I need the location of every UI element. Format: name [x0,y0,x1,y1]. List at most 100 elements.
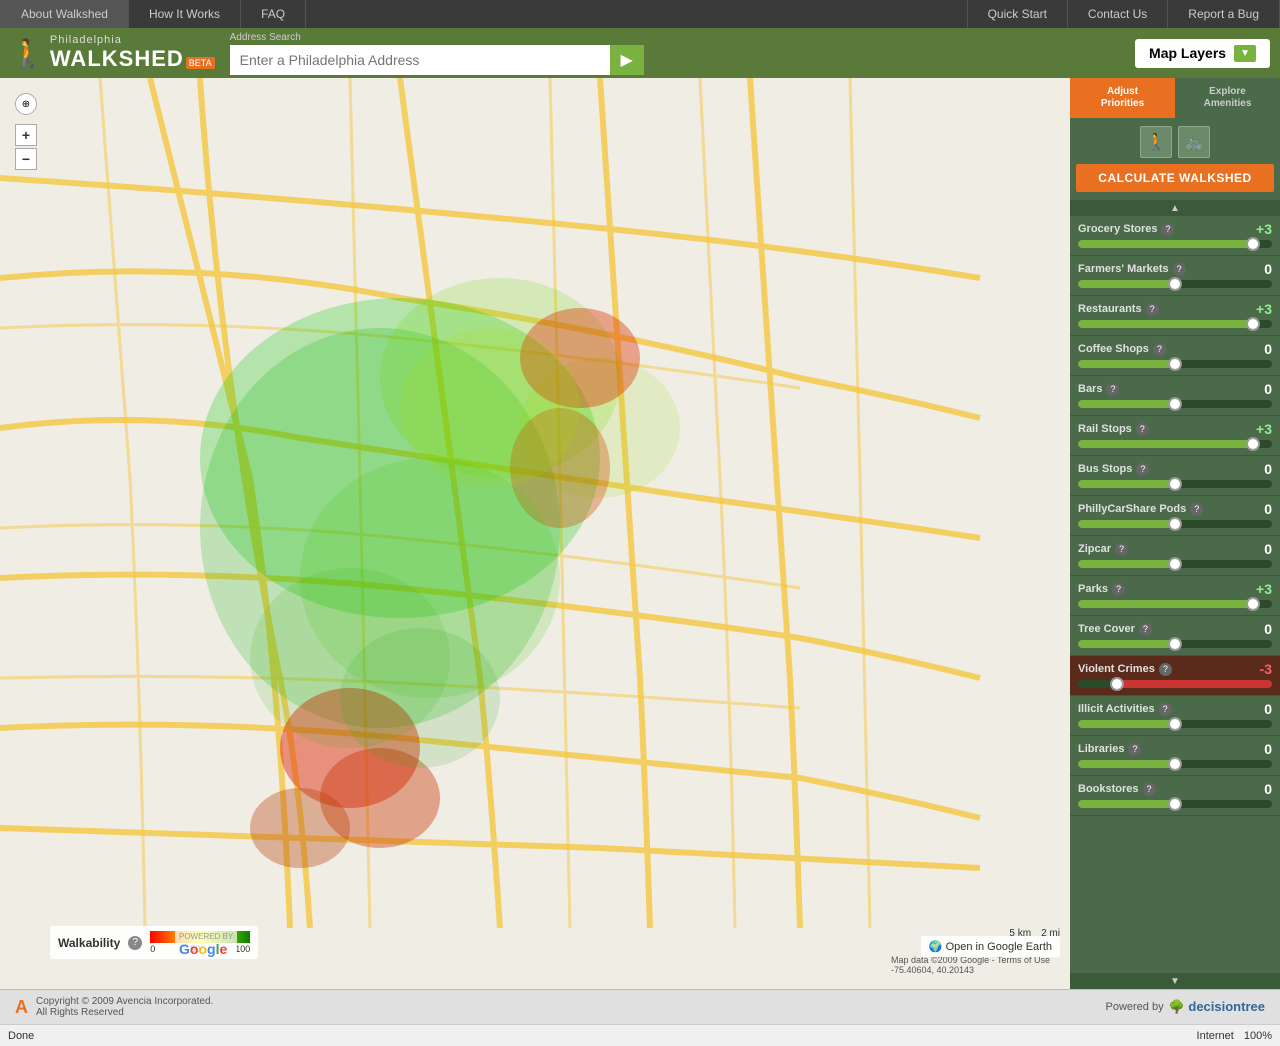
slider-track[interactable] [1078,440,1272,448]
main-content: ⊕ + − Walkability ? 0 50 100 POWERED BY … [0,78,1280,989]
slider-thumb[interactable] [1246,317,1260,331]
slider-help-icon[interactable]: ? [1143,783,1156,796]
nav-report-bug[interactable]: Report a Bug [1168,0,1280,28]
nav-contact-us[interactable]: Contact Us [1068,0,1168,28]
slider-name: Bookstores [1078,783,1139,795]
zoom-out-button[interactable]: − [15,148,37,170]
slider-track[interactable] [1078,640,1272,648]
slider-help-icon[interactable]: ? [1159,663,1172,676]
slider-value: +3 [1248,421,1272,437]
slider-name: Parks [1078,583,1108,595]
slider-track[interactable] [1078,560,1272,568]
bike-icon[interactable]: 🚲 [1178,126,1210,158]
slider-track[interactable] [1078,800,1272,808]
tab-adjust-line1: Adjust [1101,86,1144,98]
slider-help-icon[interactable]: ? [1173,263,1186,276]
slider-track[interactable] [1078,760,1272,768]
footer: A Copyright © 2009 Avencia Incorporated.… [0,989,1280,1024]
nav-faq[interactable]: FAQ [241,0,306,28]
map-container[interactable]: ⊕ + − Walkability ? 0 50 100 POWERED BY … [0,78,1070,989]
slider-thumb[interactable] [1110,677,1124,691]
slider-name: Violent Crimes [1078,663,1155,675]
slider-thumb[interactable] [1168,397,1182,411]
slider-help-icon[interactable]: ? [1106,383,1119,396]
search-submit-button[interactable]: ▶ [610,45,644,75]
rights-text: All Rights Reserved [36,1007,213,1018]
slider-row-farmers'-markets: Farmers' Markets ? 0 [1070,256,1280,296]
slider-thumb[interactable] [1246,237,1260,251]
slider-fill [1117,680,1272,688]
nav-quick-start[interactable]: Quick Start [967,0,1068,28]
address-search-input[interactable] [230,45,610,75]
slider-header: Zipcar ? 0 [1078,541,1272,557]
slider-help-icon[interactable]: ? [1161,223,1174,236]
slider-help-icon[interactable]: ? [1190,503,1203,516]
scroll-up-button[interactable]: ▲ [1070,200,1280,216]
open-google-earth-button[interactable]: 🌍 Open in Google Earth [921,936,1060,957]
slider-help-icon[interactable]: ? [1146,303,1159,316]
slider-row-violent-crimes: Violent Crimes ? -3 [1070,656,1280,696]
calculate-walkshed-button[interactable]: CALCULATE WALKSHED [1076,164,1274,192]
slider-track[interactable] [1078,320,1272,328]
slider-thumb[interactable] [1168,637,1182,651]
slider-help-icon[interactable]: ? [1136,463,1149,476]
slider-help-icon[interactable]: ? [1128,743,1141,756]
logo-text: Philadelphia WALKSHED BETA [50,34,215,72]
walk-icon[interactable]: 🚶 [1140,126,1172,158]
scroll-down-button[interactable]: ▼ [1070,973,1280,989]
slider-track[interactable] [1078,680,1272,688]
tab-adjust-priorities[interactable]: Adjust Priorities [1070,78,1175,118]
slider-row-coffee-shops: Coffee Shops ? 0 [1070,336,1280,376]
slider-row-tree-cover: Tree Cover ? 0 [1070,616,1280,656]
slider-value: 0 [1248,461,1272,477]
slider-name: Zipcar [1078,543,1111,555]
slider-name: Tree Cover [1078,623,1135,635]
slider-thumb[interactable] [1168,357,1182,371]
slider-value: 0 [1248,541,1272,557]
slider-track[interactable] [1078,480,1272,488]
slider-track[interactable] [1078,360,1272,368]
slider-help-icon[interactable]: ? [1153,343,1166,356]
legend-tick-100: 100 [235,944,250,954]
map-layers-button[interactable]: Map Layers ▼ [1135,39,1270,68]
slider-help-icon[interactable]: ? [1115,543,1128,556]
slider-thumb[interactable] [1168,477,1182,491]
slider-thumb[interactable] [1246,597,1260,611]
slider-track[interactable] [1078,600,1272,608]
slider-header: Grocery Stores ? +3 [1078,221,1272,237]
slider-help-icon[interactable]: ? [1136,423,1149,436]
slider-thumb[interactable] [1168,797,1182,811]
slider-thumb[interactable] [1168,757,1182,771]
slider-track[interactable] [1078,400,1272,408]
slider-thumb[interactable] [1168,517,1182,531]
slider-thumb[interactable] [1168,557,1182,571]
slider-help-icon[interactable]: ? [1159,703,1172,716]
slider-track[interactable] [1078,240,1272,248]
slider-fill [1078,800,1175,808]
slider-value: 0 [1248,781,1272,797]
slider-name: Illicit Activities [1078,703,1155,715]
slider-track[interactable] [1078,280,1272,288]
nav-how-it-works[interactable]: How It Works [129,0,241,28]
status-done: Done [8,1030,34,1042]
map-svg [0,78,1070,989]
slider-header: PhillyCarShare Pods ? 0 [1078,501,1272,517]
slider-thumb[interactable] [1168,277,1182,291]
search-label: Address Search [230,32,1120,43]
slider-thumb[interactable] [1168,717,1182,731]
pan-control-icon[interactable]: ⊕ [15,93,37,115]
tab-explore-amenities[interactable]: Explore Amenities [1175,78,1280,118]
slider-help-icon[interactable]: ? [1139,623,1152,636]
open-google-earth-label: Open in Google Earth [946,941,1052,953]
slider-help-icon[interactable]: ? [1112,583,1125,596]
slider-header: Parks ? +3 [1078,581,1272,597]
zoom-in-button[interactable]: + [15,124,37,146]
nav-about[interactable]: About Walkshed [0,0,129,28]
slider-header: Bars ? 0 [1078,381,1272,397]
search-area: Address Search ▶ [230,32,1120,75]
slider-track[interactable] [1078,520,1272,528]
slider-thumb[interactable] [1246,437,1260,451]
walkability-help-icon[interactable]: ? [128,936,142,950]
slider-header: Rail Stops ? +3 [1078,421,1272,437]
slider-track[interactable] [1078,720,1272,728]
